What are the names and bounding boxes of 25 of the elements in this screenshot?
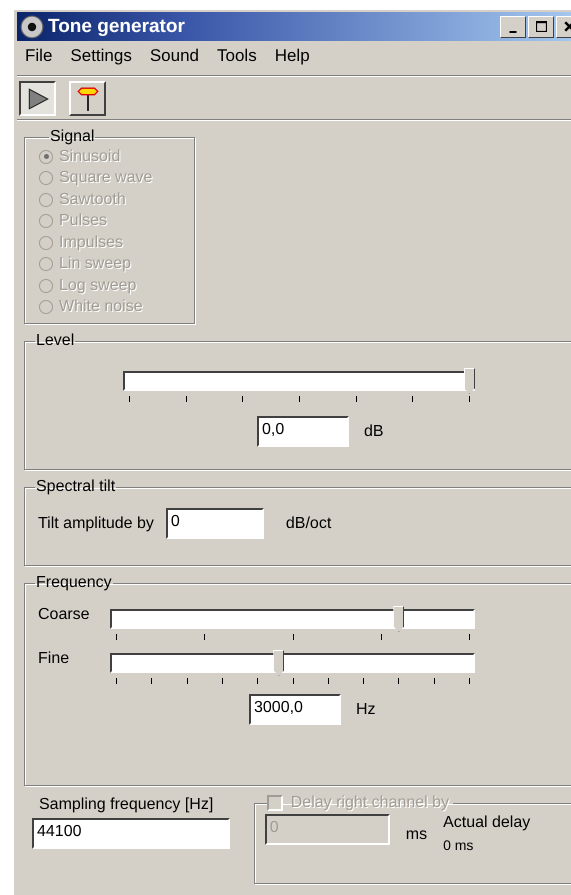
menu-item[interactable]: Sound	[150, 46, 200, 75]
field-label: Sampling frequency [Hz]	[39, 796, 214, 814]
unit-label: Hz	[356, 700, 376, 718]
menu-item[interactable]: Help	[274, 46, 310, 75]
menu-item[interactable]: File	[25, 46, 52, 75]
group-title: Spectral tilt	[35, 478, 116, 496]
checkbox-label: Delay right channel by	[290, 794, 450, 812]
actual-delay-value: 0 ms	[443, 837, 474, 853]
field-label: Tilt amplitude by	[38, 514, 154, 532]
group-title: Level	[35, 332, 76, 350]
group-title: Signal	[49, 128, 96, 146]
slider-label: Fine	[38, 650, 70, 668]
input-field[interactable]: 44100	[32, 818, 230, 849]
unit-label: dB/oct	[286, 514, 332, 532]
window-title: Tone generator	[48, 16, 185, 38]
menu-item[interactable]: Tools	[217, 46, 257, 75]
unit-label: dB	[364, 422, 384, 440]
group-title: Frequency	[35, 574, 113, 592]
unit-label: ms	[406, 826, 428, 844]
actual-delay-label: Actual delay	[443, 814, 530, 832]
input-field[interactable]: 0,0	[257, 416, 349, 447]
input-field[interactable]: 0	[166, 508, 264, 539]
menu-item[interactable]: Settings	[70, 46, 132, 75]
input-field[interactable]: 3000,0	[249, 694, 341, 725]
slider-label: Coarse	[38, 606, 91, 624]
